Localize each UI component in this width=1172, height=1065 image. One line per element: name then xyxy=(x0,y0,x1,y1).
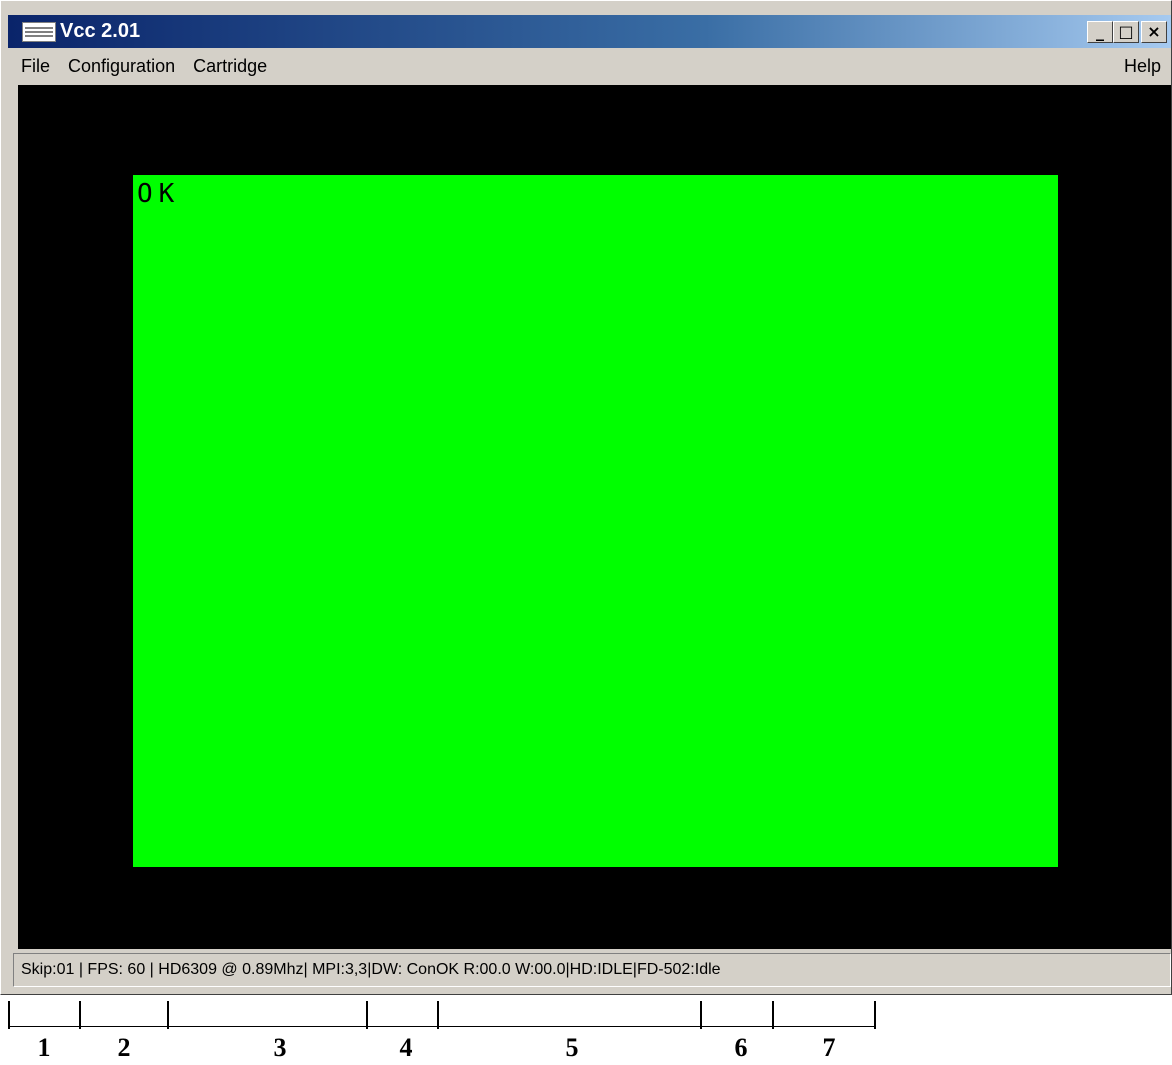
legend-tick xyxy=(366,1001,368,1029)
legend-tick xyxy=(772,1001,774,1029)
menu-file[interactable]: File xyxy=(8,56,59,77)
window-controls: _ □ × xyxy=(1087,21,1167,43)
title-bar[interactable]: Vcc 2.01 _ □ × xyxy=(8,15,1171,48)
minimize-button[interactable]: _ xyxy=(1087,21,1113,43)
legend-label-5: 5 xyxy=(565,1033,579,1062)
emulator-display[interactable]: OK xyxy=(18,85,1171,949)
legend-segment-1 xyxy=(9,1003,80,1027)
legend-label-7: 7 xyxy=(822,1033,836,1062)
menu-bar: File Configuration Cartridge Help xyxy=(8,49,1171,83)
window-title: Vcc 2.01 xyxy=(60,20,141,42)
legend-label-6: 6 xyxy=(734,1033,748,1062)
legend-segment-3 xyxy=(168,1003,367,1027)
legend-tick xyxy=(167,1001,169,1029)
legend-segment-4 xyxy=(367,1003,438,1027)
legend-tick xyxy=(437,1001,439,1029)
legend-label-1: 1 xyxy=(37,1033,51,1062)
emulator-window: Vcc 2.01 _ □ × File Configuration Cartri… xyxy=(0,0,1172,995)
legend-tick xyxy=(874,1001,876,1029)
screen-prompt-text: OK xyxy=(137,179,181,209)
status-bar-text: Skip:01 | FPS: 60 | HD6309 @ 0.89Mhz| MP… xyxy=(21,961,721,978)
legend-tick xyxy=(79,1001,81,1029)
status-bar: Skip:01 | FPS: 60 | HD6309 @ 0.89Mhz| MP… xyxy=(13,953,1171,987)
menu-help[interactable]: Help xyxy=(1115,56,1171,77)
legend-tick xyxy=(8,1001,10,1029)
legend-tick xyxy=(700,1001,702,1029)
legend-label-2: 2 xyxy=(117,1033,131,1062)
legend-label-4: 4 xyxy=(399,1033,413,1062)
menu-cartridge[interactable]: Cartridge xyxy=(184,56,276,77)
legend-segment-7 xyxy=(773,1003,875,1027)
legend-segment-5 xyxy=(438,1003,701,1027)
legend-segment-2 xyxy=(80,1003,168,1027)
close-button[interactable]: × xyxy=(1141,21,1167,43)
status-field-legend: 1 2 3 4 5 6 7 xyxy=(0,995,1172,1065)
maximize-button[interactable]: □ xyxy=(1113,21,1139,43)
emulated-screen[interactable]: OK xyxy=(133,175,1058,867)
legend-segment-6 xyxy=(701,1003,773,1027)
app-icon[interactable] xyxy=(22,21,56,42)
menu-configuration[interactable]: Configuration xyxy=(59,56,184,77)
legend-label-3: 3 xyxy=(273,1033,287,1062)
